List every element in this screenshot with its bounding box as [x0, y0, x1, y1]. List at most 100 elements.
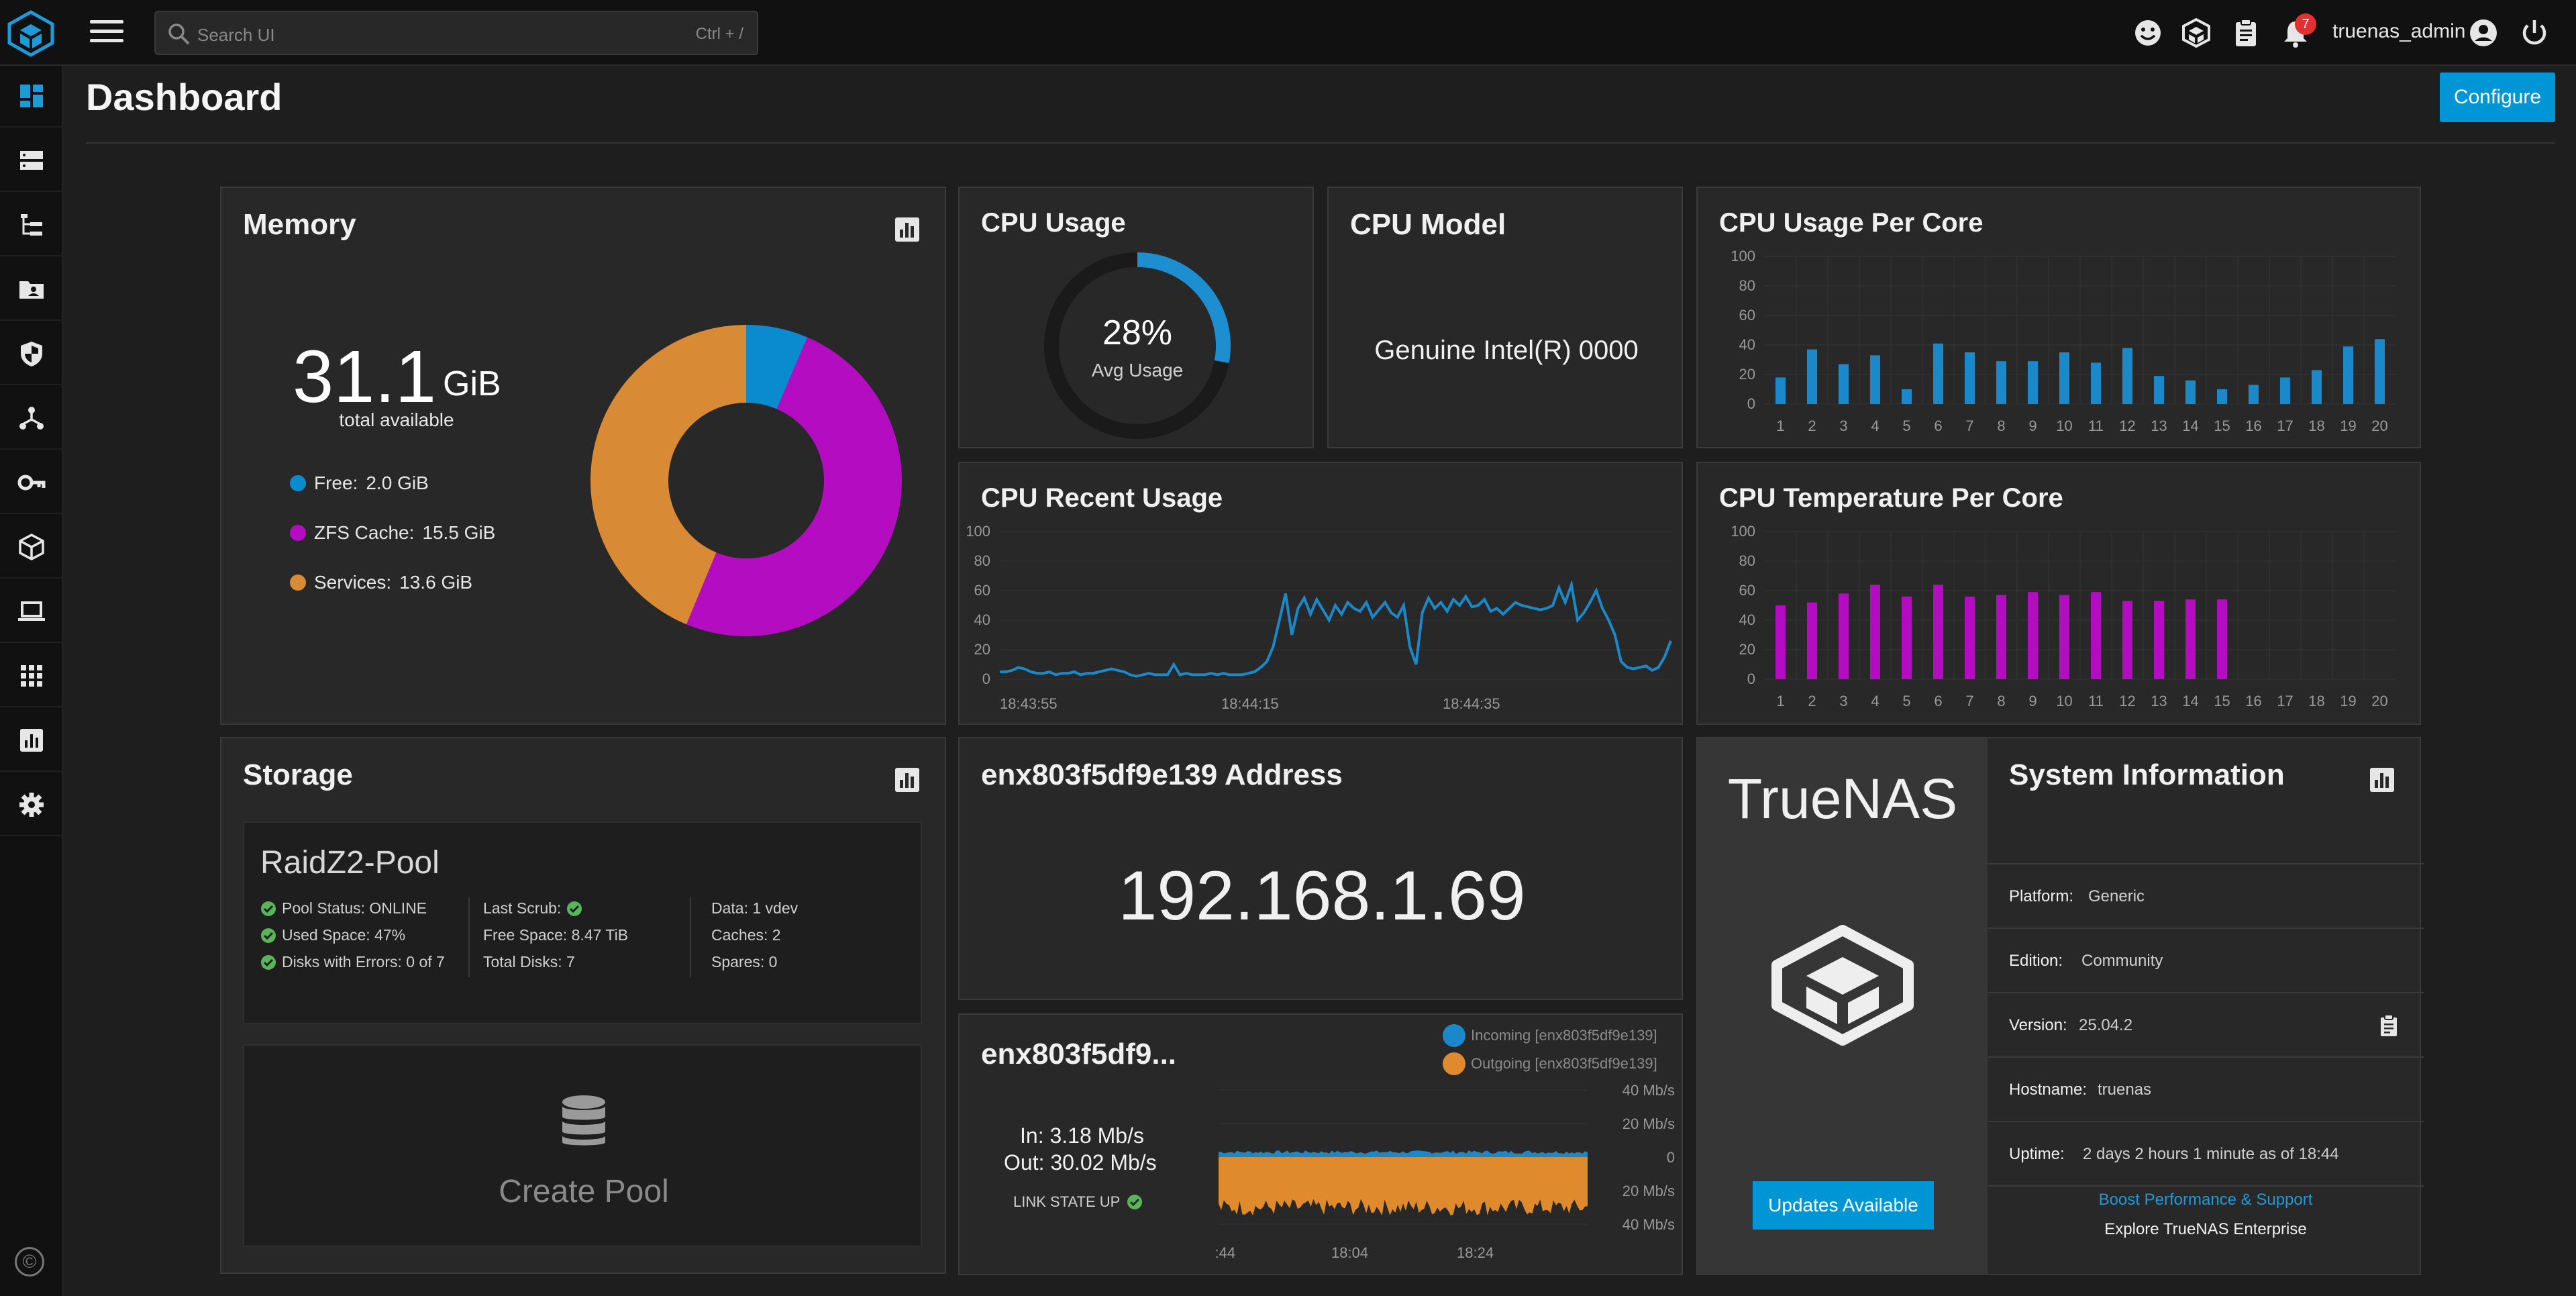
sidebar-item-storage[interactable] [0, 130, 63, 192]
x-tick-label: 17 [2277, 417, 2293, 434]
username-label[interactable]: truenas_admin [2332, 20, 2465, 43]
menu-toggle-icon[interactable] [90, 20, 123, 47]
memory-legend-label: ZFS Cache: [314, 522, 415, 543]
bar-core-18 [2311, 370, 2322, 404]
sidebar-item-instances[interactable] [0, 517, 63, 579]
bar-core-6 [1933, 585, 1944, 679]
y-tick-label: 40 [974, 611, 990, 628]
sidebar-item-shares[interactable] [0, 259, 63, 321]
cpu-model-card: CPU Model Genuine Intel(R) 0000 [1327, 187, 1683, 448]
memory-report-icon[interactable] [894, 216, 921, 243]
sidebar-item-reporting[interactable] [0, 710, 63, 772]
x-tick-label: 16 [2245, 417, 2261, 434]
jobs-clipboard-icon[interactable] [2229, 16, 2263, 50]
link-state: LINK STATE UP [1013, 1193, 1143, 1211]
x-tick-label: 12 [2119, 417, 2135, 434]
bar-core-11 [2090, 362, 2102, 404]
y-tick-label: 0 [1667, 1149, 1675, 1166]
y-tick-label: 80 [1739, 552, 1755, 569]
create-pool-button[interactable]: Create Pool [243, 1044, 922, 1247]
system-info-row-edition: Edition: Community [1988, 929, 2424, 993]
pool-free-space-line: Free Space: 8.47 TiB [483, 926, 628, 944]
memory-legend-value: 15.5 GiB [422, 522, 496, 543]
sidebar-item-settings[interactable] [0, 775, 63, 836]
storage-card: Storage RaidZ2-Pool Pool Status: ONLINE … [220, 737, 946, 1274]
x-tick-label: 15 [2214, 693, 2230, 709]
check-circle-icon [261, 928, 276, 943]
pool-caches-line: Caches: 2 [711, 926, 781, 944]
memory-legend-free: Free: 2.0 GiB [290, 472, 429, 494]
pool-card[interactable]: RaidZ2-Pool Pool Status: ONLINE Used Spa… [243, 821, 922, 1024]
boost-performance-link[interactable]: Boost Performance & Support [1988, 1191, 2424, 1209]
power-icon[interactable] [2518, 16, 2551, 50]
x-tick-label: 7 [1965, 693, 1973, 709]
cpu-recent-usage-chart: 100 80 60 40 20 0 18:43:55 18:44:15 18:44:35 [966, 524, 1672, 712]
system-info-value: Generic [2088, 887, 2145, 905]
search-input[interactable]: Search UI Ctrl + / [154, 11, 758, 55]
network-traffic-chart: 40 Mb/s 20 Mb/s 0 20 Mb/s 40 Mb/s 17:44 18:04 1… [1215, 1082, 1675, 1261]
cpu-usage-value: 28% [1102, 313, 1173, 352]
dashboard-icon [20, 85, 43, 107]
bar-core-20 [2374, 339, 2385, 404]
truenas-logo-icon[interactable] [7, 9, 55, 58]
incoming-dot [1443, 1024, 1465, 1047]
system-report-icon[interactable] [2369, 766, 2395, 793]
x-tick-label: 18:43:55 [1000, 695, 1058, 712]
system-information-title: System Information [2009, 758, 2285, 791]
sidebar-item-dashboard[interactable] [0, 66, 63, 128]
x-tick-label: 13 [2151, 693, 2167, 709]
sidebar-item-credentials[interactable] [0, 452, 63, 514]
sidebar-item-apps[interactable] [0, 646, 63, 707]
x-tick-label: 14 [2182, 417, 2198, 434]
copy-clipboard-icon[interactable] [2378, 1013, 2400, 1038]
system-info-row-uptime: Uptime: 2 days 2 hours 1 minute as of 18… [1988, 1122, 2424, 1187]
cpu-model-value: Genuine Intel(R) 0000 [1374, 336, 1639, 365]
x-tick-label: 3 [1839, 693, 1847, 709]
explore-enterprise-text: Explore TrueNAS Enterprise [2104, 1220, 2307, 1238]
x-tick-label: 8 [1997, 693, 2005, 709]
x-tick-label: 3 [1839, 417, 1847, 434]
address-title: enx803f5df9e139 Address [981, 758, 1343, 791]
memory-total-unit: GiB [443, 364, 501, 403]
reporting-icon [20, 729, 43, 752]
feedback-icon[interactable] [2131, 16, 2165, 50]
x-tick-label: 1 [1776, 417, 1784, 434]
copyright-icon[interactable]: © [15, 1247, 44, 1277]
sidebar: © [0, 66, 63, 1296]
pool-data-text: Data: 1 vdev [711, 899, 798, 917]
updates-available-button[interactable]: Updates Available [1753, 1181, 1934, 1230]
bar-core-1 [1775, 605, 1786, 679]
memory-total-label: total available [339, 409, 454, 430]
network-out-label: Out: [1004, 1150, 1045, 1175]
configure-button[interactable]: Configure [2440, 72, 2555, 122]
chart-title: CPU Usage Per Core [1719, 208, 1983, 238]
system-info-key: Version: [2009, 1016, 2067, 1034]
x-tick-label: 18 [2308, 693, 2324, 709]
account-circle-icon[interactable] [2467, 16, 2500, 50]
x-tick-label: 9 [2028, 693, 2037, 709]
system-info-key: Hostname: [2009, 1081, 2088, 1099]
sidebar-item-datasets[interactable] [0, 195, 63, 256]
link-state-text: LINK STATE UP [1013, 1193, 1121, 1210]
memory-total-value: 31.1 [293, 336, 437, 418]
memory-legend-value: 2.0 GiB [366, 472, 429, 493]
check-circle-icon [1127, 1195, 1143, 1209]
cpu-usage-label: Avg Usage [1091, 360, 1184, 381]
sidebar-item-system[interactable] [0, 581, 63, 643]
storage-report-icon[interactable] [894, 766, 921, 793]
truecommand-icon[interactable] [2179, 16, 2213, 50]
bar-core-2 [1806, 349, 1818, 404]
sidebar-item-network[interactable] [0, 388, 63, 450]
legend-incoming-label: Incoming [enx803f5df9e139] [1471, 1027, 1657, 1044]
x-tick-label: 11 [2088, 417, 2104, 434]
sidebar-item-data-protection[interactable] [0, 323, 63, 385]
y-tick-label: 100 [1731, 248, 1755, 264]
y-tick-label: 20 Mb/s [1622, 1183, 1675, 1199]
pool-used-space-line: Used Space: 47% [260, 926, 405, 944]
bar-core-15 [2216, 599, 2228, 679]
network-in-label: In: [1020, 1124, 1044, 1148]
pool-status-text: Pool Status: ONLINE [282, 899, 427, 917]
x-tick-label: 19 [2340, 417, 2356, 434]
storage-title: Storage [243, 758, 353, 791]
interface-address-card: enx803f5df9e139 Address 192.168.1.69 [958, 737, 1683, 1000]
